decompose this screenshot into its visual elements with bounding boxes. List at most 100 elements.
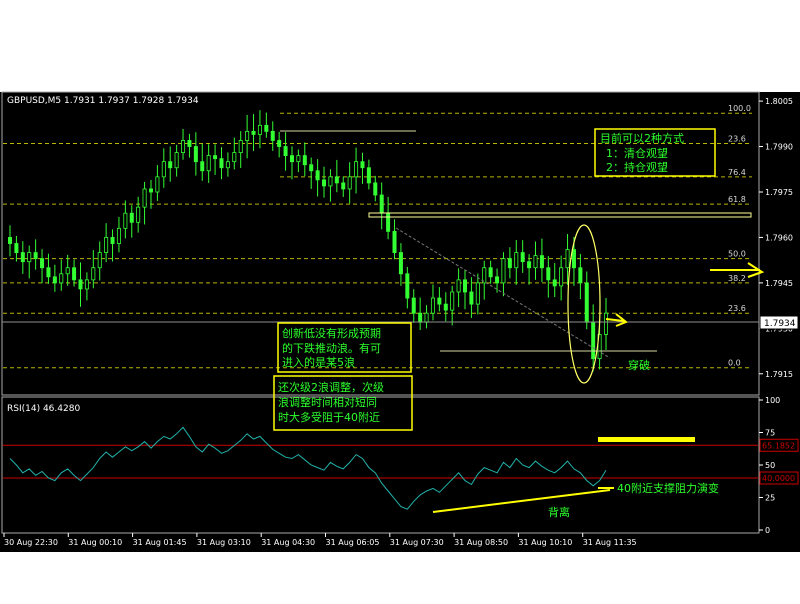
candle-body <box>309 164 314 172</box>
candle-body <box>571 249 576 269</box>
candle-body <box>168 161 173 169</box>
rsi-header: RSI(14) 46.4280 <box>7 404 80 414</box>
candle-body <box>392 230 397 253</box>
candle-body <box>514 252 519 269</box>
rsi-level-label: 65.1852 <box>762 441 795 450</box>
candle-body <box>456 279 461 293</box>
price-tick-label: 1.7975 <box>765 188 793 197</box>
candle-body <box>411 297 416 314</box>
candle-body <box>379 194 384 214</box>
rsi-note-label: 40附近支撑阻力演变 <box>617 481 719 495</box>
strategy-line-1: 目前可以2种方式 <box>600 131 684 145</box>
candle-body <box>225 161 230 169</box>
candle-body <box>142 188 147 208</box>
price-tick-label: 1.7915 <box>765 370 793 379</box>
candle-body <box>437 297 442 305</box>
rsi-tick-label: 0 <box>765 526 770 535</box>
rsi-tick-label: 100 <box>765 396 780 405</box>
candle-body <box>193 146 198 163</box>
fib-level-label: 61.8 <box>728 195 746 204</box>
breakout-label: 穿破 <box>628 358 650 372</box>
divergence-label: 背离 <box>548 505 570 519</box>
candle-body <box>20 252 25 263</box>
time-tick-label: 31 Aug 08:50 <box>454 538 508 547</box>
candle-body <box>507 258 512 269</box>
candle-body <box>578 267 583 284</box>
candle-body <box>213 155 218 160</box>
candle-body <box>501 258 506 284</box>
candle-body <box>270 130 275 141</box>
candle-body <box>565 249 570 269</box>
fib-level-label: 0.0 <box>728 359 741 368</box>
candle-body <box>488 267 493 278</box>
candle-body <box>315 170 320 181</box>
candle-body <box>334 176 339 184</box>
correction-line-2: 浪调整时间相对短同 <box>278 395 377 409</box>
candle-body <box>360 161 365 169</box>
candle-body <box>84 279 89 290</box>
candle-body <box>155 176 160 193</box>
candle-body <box>296 155 301 163</box>
price-tick-label: 1.8005 <box>765 97 793 106</box>
wave-line-3: 进入的是某5浪 <box>282 355 355 369</box>
fib-level-label: 23.6 <box>728 135 746 144</box>
candle-body <box>520 252 525 263</box>
time-tick-label: 31 Aug 07:30 <box>390 538 444 547</box>
candle-body <box>257 124 262 135</box>
candle-body <box>328 176 333 187</box>
correction-line-1: 还次级2浪调整，次级 <box>278 380 384 394</box>
wave-line-2: 的下跌推动浪。有可 <box>282 341 381 355</box>
candle-body <box>469 291 474 305</box>
candle-body <box>40 258 45 269</box>
wave-line-1: 创新低没有形成预期 <box>282 326 381 340</box>
price-tick-label: 1.7960 <box>765 233 793 242</box>
candle-body <box>206 155 211 172</box>
candle-body <box>200 161 205 172</box>
candle-body <box>443 303 448 311</box>
candle-body <box>283 146 288 157</box>
symbol-header: GBPUSD,M5 1.7931 1.7937 1.7928 1.7934 <box>7 96 199 106</box>
candle-body <box>65 267 70 275</box>
rsi-tick-label: 50 <box>765 461 775 470</box>
time-tick-label: 31 Aug 11:35 <box>583 538 637 547</box>
time-tick-label: 31 Aug 03:10 <box>197 538 251 547</box>
candle-body <box>398 252 403 275</box>
fib-level-label: 76.4 <box>728 168 746 177</box>
candle-body <box>463 279 468 293</box>
rsi-highlight-bar <box>598 437 695 442</box>
candle-body <box>33 252 38 260</box>
candle-body <box>136 206 141 223</box>
candle-body <box>604 312 609 335</box>
time-tick-label: 31 Aug 00:10 <box>68 538 122 547</box>
candle-body <box>366 167 371 184</box>
chart-root: 100.0 23.6 76.4 61.8 50.0 38.2 23.6 0.0 1.8005 1… <box>0 0 800 600</box>
candle-body <box>181 140 186 153</box>
price-tick-label: 1.7990 <box>765 143 793 152</box>
time-tick-label: 31 Aug 10:10 <box>518 538 572 547</box>
candle-body <box>91 267 96 281</box>
time-tick-label: 31 Aug 04:30 <box>261 538 315 547</box>
candle-body <box>475 282 480 305</box>
candle-body <box>450 291 455 311</box>
candle-body <box>277 140 282 147</box>
candle-body <box>495 276 500 284</box>
fib-level-label: 100.0 <box>728 104 751 113</box>
candle-body <box>46 267 51 278</box>
candle-body <box>97 252 102 269</box>
candle-body <box>251 130 256 135</box>
candle-body <box>245 130 250 141</box>
time-tick-label: 31 Aug 06:05 <box>326 538 380 547</box>
candle-body <box>14 243 19 253</box>
candle-body <box>7 237 12 244</box>
correction-line-3: 时大多受阻于40附近 <box>278 410 380 424</box>
strategy-line-3: 2：持仓观望 <box>606 160 668 174</box>
candle-body <box>161 161 166 178</box>
candle-body <box>238 140 243 153</box>
candle-body <box>129 212 134 223</box>
candle-body <box>386 212 391 232</box>
chart-canvas: 100.0 23.6 76.4 61.8 50.0 38.2 23.6 0.0 1.8005 1… <box>0 0 800 600</box>
candle-body <box>187 140 192 147</box>
candle-body <box>559 267 564 287</box>
candle-body <box>219 158 224 169</box>
candle-body <box>424 312 429 323</box>
